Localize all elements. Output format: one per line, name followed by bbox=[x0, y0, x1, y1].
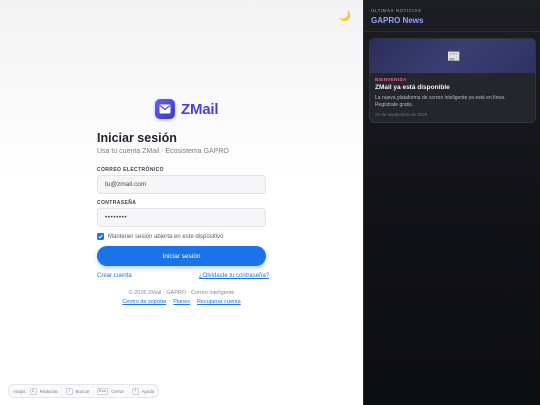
moon-icon[interactable]: 🌙 bbox=[338, 10, 352, 24]
shortcut-key: C bbox=[29, 387, 37, 395]
login-panel: 🌙 ZMail Iniciar sesión Usa tu cuenta ZMa… bbox=[0, 0, 363, 405]
password-field[interactable]: •••••••• bbox=[97, 208, 266, 227]
email-field[interactable]: tu@zmail.com bbox=[97, 175, 266, 194]
shortcut-label: Cerrar bbox=[111, 388, 125, 394]
shortcuts-label: Atajos: bbox=[13, 388, 27, 394]
remember-me[interactable]: Mantener sesión abierta en este disposit… bbox=[97, 232, 223, 241]
divider bbox=[364, 31, 540, 32]
news-card-tag: BIENVENIDA bbox=[375, 77, 407, 82]
news-kicker: ÚLTIMAS NOTICIAS bbox=[371, 8, 422, 13]
brand-logo: ZMail bbox=[155, 98, 219, 120]
email-label: CORREO ELECTRÓNICO bbox=[97, 167, 164, 173]
footer-copyright: © 2026 ZMail · GAPRO · Correo inteligent… bbox=[128, 290, 235, 296]
news-card-headline: ZMail ya está disponible bbox=[375, 84, 450, 91]
shortcut-label: Ayuda bbox=[141, 388, 155, 394]
news-panel: ÚLTIMAS NOTICIAS GAPRO News 📰 BIENVENIDA… bbox=[363, 0, 540, 405]
plans-link[interactable]: Planes bbox=[173, 299, 190, 305]
news-card-body: La nueva plataforma de correo inteligent… bbox=[375, 95, 506, 108]
newspaper-icon: 📰 bbox=[447, 51, 461, 63]
create-account-link[interactable]: Crear cuenta bbox=[97, 273, 132, 279]
shortcut-key: / bbox=[65, 387, 73, 395]
footer-separator: · bbox=[191, 299, 196, 305]
shortcut-label: Buscar bbox=[75, 388, 90, 394]
news-card[interactable]: 📰 BIENVENIDA ZMail ya está disponible La… bbox=[369, 38, 536, 123]
check-icon bbox=[98, 234, 103, 239]
footer-links: Centro de soporte · Planes · Recuperar c… bbox=[97, 299, 266, 305]
mail-icon bbox=[155, 99, 175, 119]
page-subtitle: Usa tu cuenta ZMail · Ecosistema GAPRO bbox=[97, 148, 229, 155]
keyboard-shortcuts: Atajos: C Redactar · / Buscar · Esc Cerr… bbox=[8, 384, 160, 398]
password-label: CONTRASEÑA bbox=[97, 200, 137, 206]
shortcut-separator: · bbox=[92, 388, 95, 394]
remember-checkbox[interactable] bbox=[97, 233, 104, 240]
news-card-banner: 📰 bbox=[370, 39, 535, 73]
support-link[interactable]: Centro de soporte bbox=[122, 299, 166, 305]
shortcut-key: ? bbox=[131, 387, 139, 395]
footer-separator: · bbox=[167, 299, 173, 305]
shortcut-label: Redactar bbox=[39, 388, 59, 394]
shortcut-key: Esc bbox=[97, 387, 109, 395]
news-title: GAPRO News bbox=[371, 16, 424, 25]
login-button[interactable]: Iniciar sesión bbox=[97, 246, 266, 266]
remember-label: Mantener sesión abierta en este disposit… bbox=[108, 233, 224, 240]
recover-account-link[interactable]: Recuperar cuenta bbox=[197, 299, 241, 305]
forgot-password-link[interactable]: ¿Olvidaste tu contraseña? bbox=[199, 273, 269, 279]
shortcut-separator: · bbox=[61, 388, 63, 394]
page-title: Iniciar sesión bbox=[97, 131, 177, 145]
news-card-date: 22 de septiembre de 2026 bbox=[375, 112, 428, 117]
shortcut-separator: · bbox=[127, 388, 129, 394]
brand-name: ZMail bbox=[181, 100, 219, 118]
